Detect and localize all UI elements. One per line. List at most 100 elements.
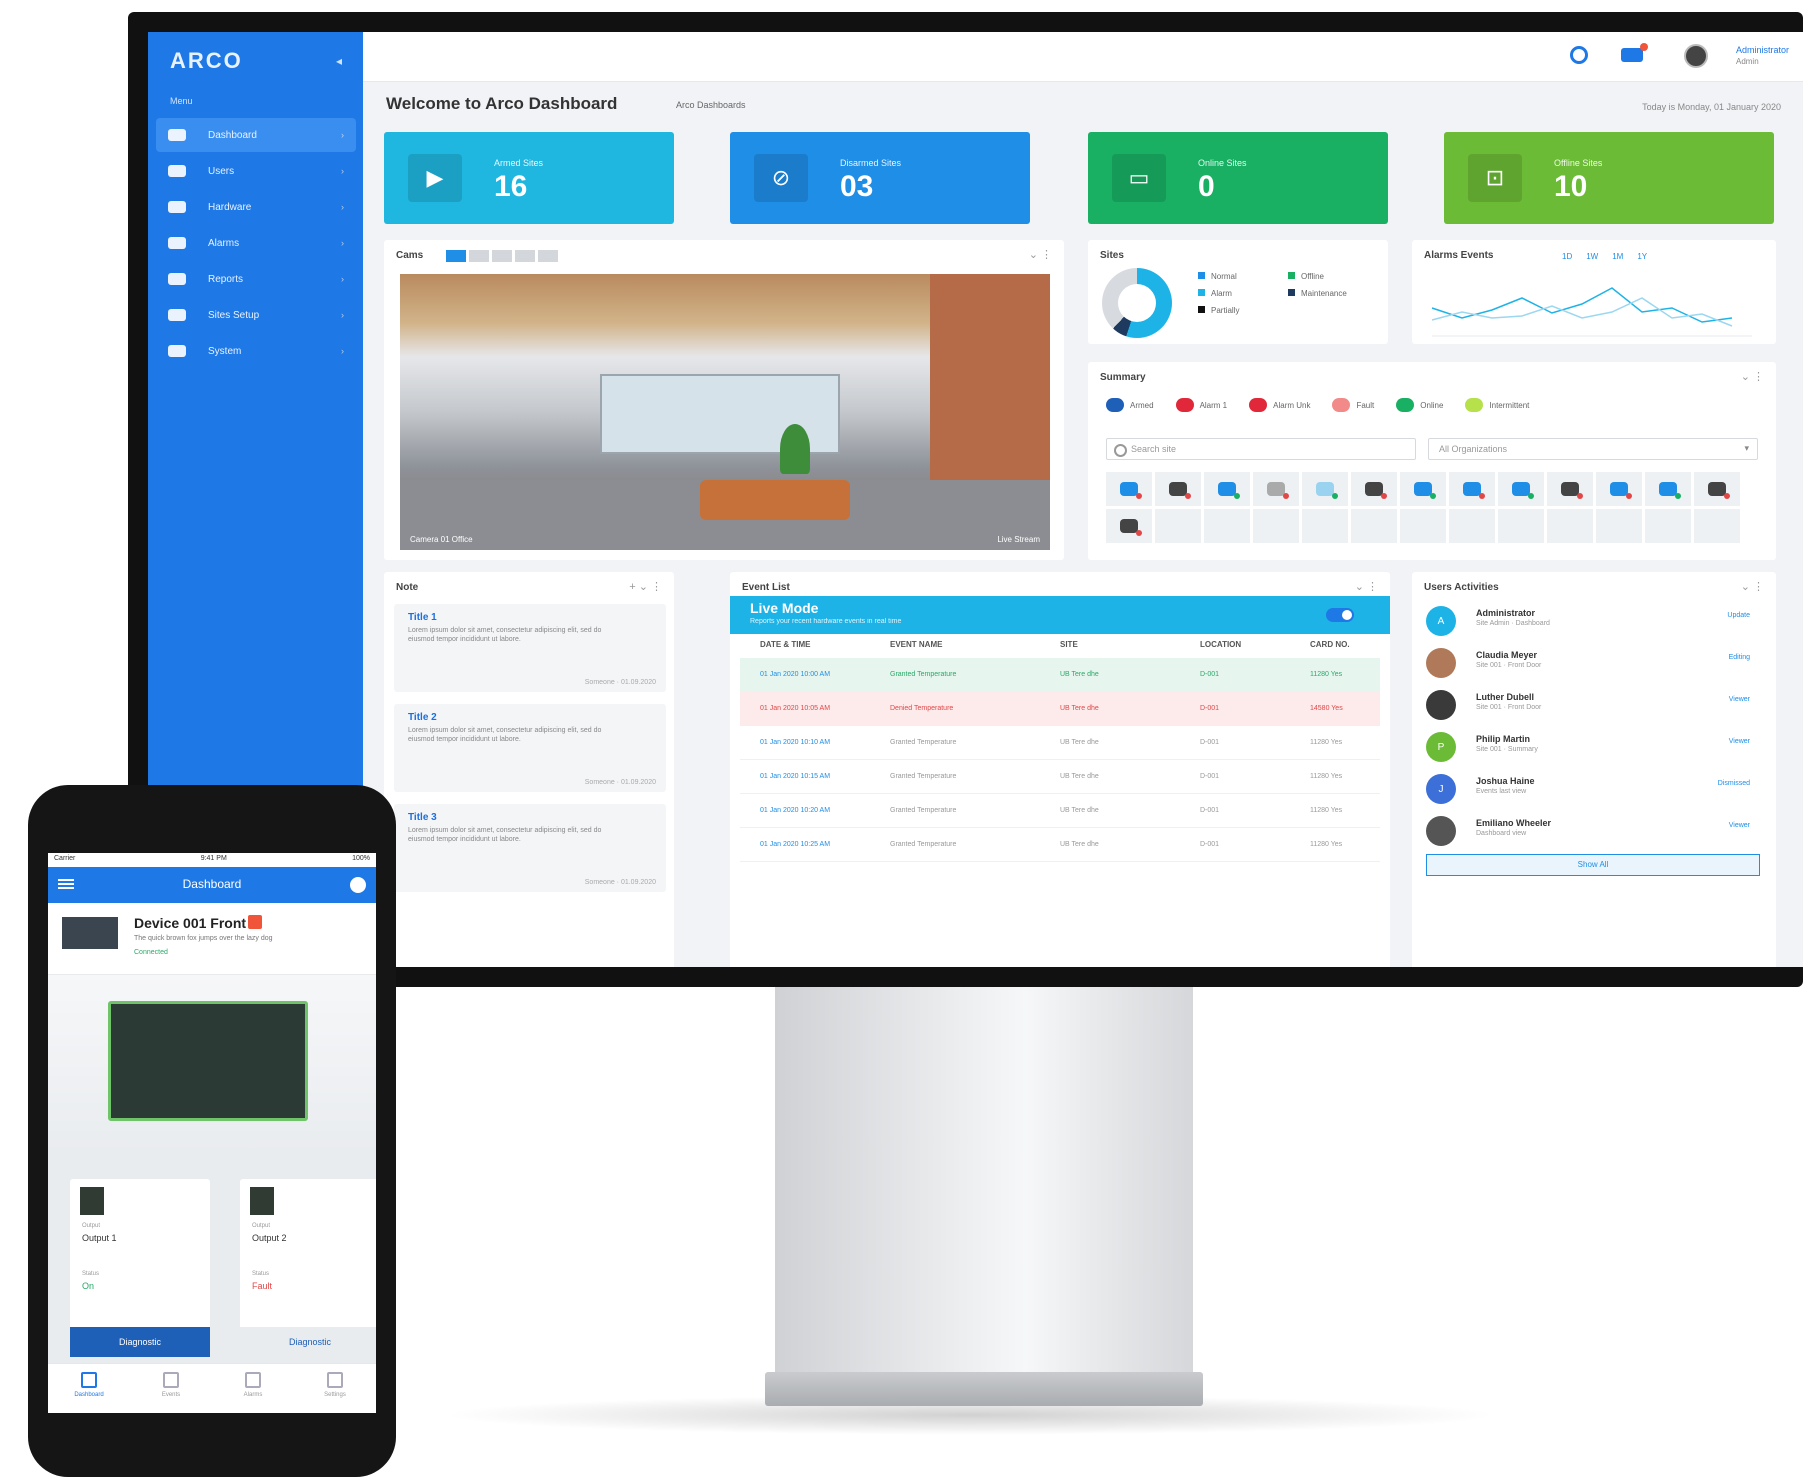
table-row[interactable]: 01 Jan 2020 10:05 AM Denied Temperature UB… <box>740 692 1380 726</box>
camera-feed[interactable]: Camera 01 Office Live Stream <box>400 274 1050 550</box>
device-tile[interactable] <box>1645 472 1691 506</box>
device-tile[interactable] <box>1596 472 1642 506</box>
stat-card-online-sites[interactable]: ▭ Online Sites 0 <box>1088 132 1388 224</box>
sidebar-item-hardware[interactable]: Hardware › <box>156 190 356 224</box>
table-row[interactable]: 01 Jan 2020 10:00 AM Granted Temperature U… <box>740 658 1380 692</box>
table-row[interactable]: 01 Jan 2020 10:10 AM Granted Temperature U… <box>740 726 1380 760</box>
alarm-range-tab[interactable]: 1M <box>1612 252 1623 261</box>
table-row[interactable]: 01 Jan 2020 10:20 AM Granted Temperature U… <box>740 794 1380 828</box>
output-card[interactable]: Output Output 2 Status Fault Diagnostic <box>240 1179 376 1357</box>
summary-legend-item[interactable]: Armed <box>1106 398 1154 412</box>
user-activity-row[interactable]: A Administrator Site Admin · Dashboard Upda… <box>1426 602 1766 642</box>
user-activity-status[interactable]: Viewer <box>1729 822 1750 829</box>
collapse-icon[interactable]: ◂ <box>336 54 342 68</box>
device-tile[interactable] <box>1547 509 1593 543</box>
camera-layout-tabs[interactable] <box>446 250 558 262</box>
device-tile[interactable] <box>1204 509 1250 543</box>
device-tile[interactable] <box>1302 509 1348 543</box>
device-tile[interactable] <box>1694 472 1740 506</box>
note-card[interactable]: Title 1 Lorem ipsum dolor sit amet, conse… <box>394 604 666 692</box>
summary-legend-item[interactable]: Fault <box>1332 398 1374 412</box>
device-tile[interactable] <box>1106 509 1152 543</box>
notification-icon[interactable] <box>1621 43 1648 62</box>
site-search-input[interactable]: Search site <box>1106 438 1416 460</box>
device-tile[interactable] <box>1449 509 1495 543</box>
summary-legend-item[interactable]: Alarm 1 <box>1175 398 1227 412</box>
app-logo[interactable]: ARCO <box>170 48 243 74</box>
user-activity-status[interactable]: Dismissed <box>1718 780 1750 787</box>
device-tile[interactable] <box>1596 509 1642 543</box>
column-header[interactable]: SITE <box>1060 640 1200 649</box>
panel-menu-icon[interactable]: ⌄ ⋮ <box>1355 580 1378 593</box>
table-row[interactable]: 01 Jan 2020 10:25 AM Granted Temperature U… <box>740 828 1380 862</box>
device-tile[interactable] <box>1400 472 1446 506</box>
sidebar-item-dashboard[interactable]: Dashboard › <box>156 118 356 152</box>
device-tile[interactable] <box>1302 472 1348 506</box>
dashboard-selector[interactable]: Arco Dashboards <box>676 100 746 110</box>
table-row[interactable]: 01 Jan 2020 10:15 AM Granted Temperature U… <box>740 760 1380 794</box>
device-tile[interactable] <box>1547 472 1593 506</box>
panel-menu-icon[interactable]: ⌄ ⋮ <box>1741 370 1764 383</box>
sites-donut-chart[interactable] <box>1102 268 1172 338</box>
profile-icon[interactable] <box>350 877 366 893</box>
sidebar-item-system[interactable]: System › <box>156 334 356 368</box>
device-tile[interactable] <box>1155 509 1201 543</box>
device-tile[interactable] <box>1253 509 1299 543</box>
device-tile[interactable] <box>1351 509 1397 543</box>
alarm-range-tab[interactable]: 1Y <box>1637 252 1647 261</box>
user-activity-row[interactable]: Claudia Meyer Site 001 · Front Door Editin… <box>1426 644 1766 684</box>
tab-events[interactable]: Events <box>130 1364 212 1413</box>
device-tile[interactable] <box>1645 509 1691 543</box>
add-note-button[interactable]: + ⌄ ⋮ <box>629 580 662 593</box>
device-tile[interactable] <box>1449 472 1495 506</box>
summary-legend-item[interactable]: Online <box>1396 398 1443 412</box>
tab-alarms[interactable]: Alarms <box>212 1364 294 1413</box>
live-mode-toggle[interactable] <box>1326 608 1354 622</box>
panel-menu-icon[interactable]: ⌄ ⋮ <box>1741 580 1764 593</box>
stat-card-disarmed-sites[interactable]: ⊘ Disarmed Sites 03 <box>730 132 1030 224</box>
tab-settings[interactable]: Settings <box>294 1364 376 1413</box>
device-tile[interactable] <box>1400 509 1446 543</box>
alarm-range-tab[interactable]: 1W <box>1586 252 1598 261</box>
column-header[interactable]: EVENT NAME <box>890 640 1060 649</box>
device-tile[interactable] <box>1253 472 1299 506</box>
stat-card-offline-sites[interactable]: ⊡ Offline Sites 10 <box>1444 132 1774 224</box>
sidebar-item-users[interactable]: Users › <box>156 154 356 188</box>
sidebar-item-alarms[interactable]: Alarms › <box>156 226 356 260</box>
column-header[interactable]: LOCATION <box>1200 640 1310 649</box>
output-card[interactable]: Output Output 1 Status On Diagnostic <box>70 1179 210 1357</box>
panel-menu-icon[interactable]: ⌄ ⋮ <box>1029 248 1052 261</box>
user-activity-status[interactable]: Viewer <box>1729 696 1750 703</box>
summary-legend-item[interactable]: Intermittent <box>1465 398 1529 412</box>
device-tile[interactable] <box>1498 509 1544 543</box>
user-menu[interactable]: Administrator Admin <box>1736 44 1789 68</box>
note-card[interactable]: Title 3 Lorem ipsum dolor sit amet, conse… <box>394 804 666 892</box>
diagnostic-button[interactable]: Diagnostic <box>70 1327 210 1357</box>
user-activity-row[interactable]: J Joshua Haine Events last view Dismissed <box>1426 770 1766 810</box>
user-activity-status[interactable]: Editing <box>1729 654 1750 661</box>
summary-legend-item[interactable]: Alarm Unk <box>1249 398 1310 412</box>
search-icon[interactable] <box>1570 46 1588 64</box>
show-all-button[interactable]: Show All <box>1426 854 1760 876</box>
note-card[interactable]: Title 2 Lorem ipsum dolor sit amet, conse… <box>394 704 666 792</box>
user-activity-status[interactable]: Update <box>1727 612 1750 619</box>
device-tile[interactable] <box>1106 472 1152 506</box>
organization-select[interactable]: All Organizations <box>1428 438 1758 460</box>
user-activity-row[interactable]: Luther Dubell Site 001 · Front Door Viewer <box>1426 686 1766 726</box>
device-tile[interactable] <box>1351 472 1397 506</box>
diagnostic-button[interactable]: Diagnostic <box>240 1327 376 1357</box>
user-activity-row[interactable]: P Philip Martin Site 001 · Summary Viewer <box>1426 728 1766 768</box>
stat-card-armed-sites[interactable]: ▶ Armed Sites 16 <box>384 132 674 224</box>
sidebar-item-sites-setup[interactable]: Sites Setup › <box>156 298 356 332</box>
sidebar-item-reports[interactable]: Reports › <box>156 262 356 296</box>
device-tile[interactable] <box>1204 472 1250 506</box>
user-activity-row[interactable]: Emiliano Wheeler Dashboard view Viewer <box>1426 812 1766 852</box>
device-tile[interactable] <box>1498 472 1544 506</box>
device-tile[interactable] <box>1155 472 1201 506</box>
tab-dashboard[interactable]: Dashboard <box>48 1364 130 1413</box>
column-header[interactable]: DATE & TIME <box>760 640 890 649</box>
alarm-range-tab[interactable]: 1D <box>1562 252 1572 261</box>
device-tile[interactable] <box>1694 509 1740 543</box>
user-activity-status[interactable]: Viewer <box>1729 738 1750 745</box>
avatar[interactable] <box>1684 44 1708 68</box>
